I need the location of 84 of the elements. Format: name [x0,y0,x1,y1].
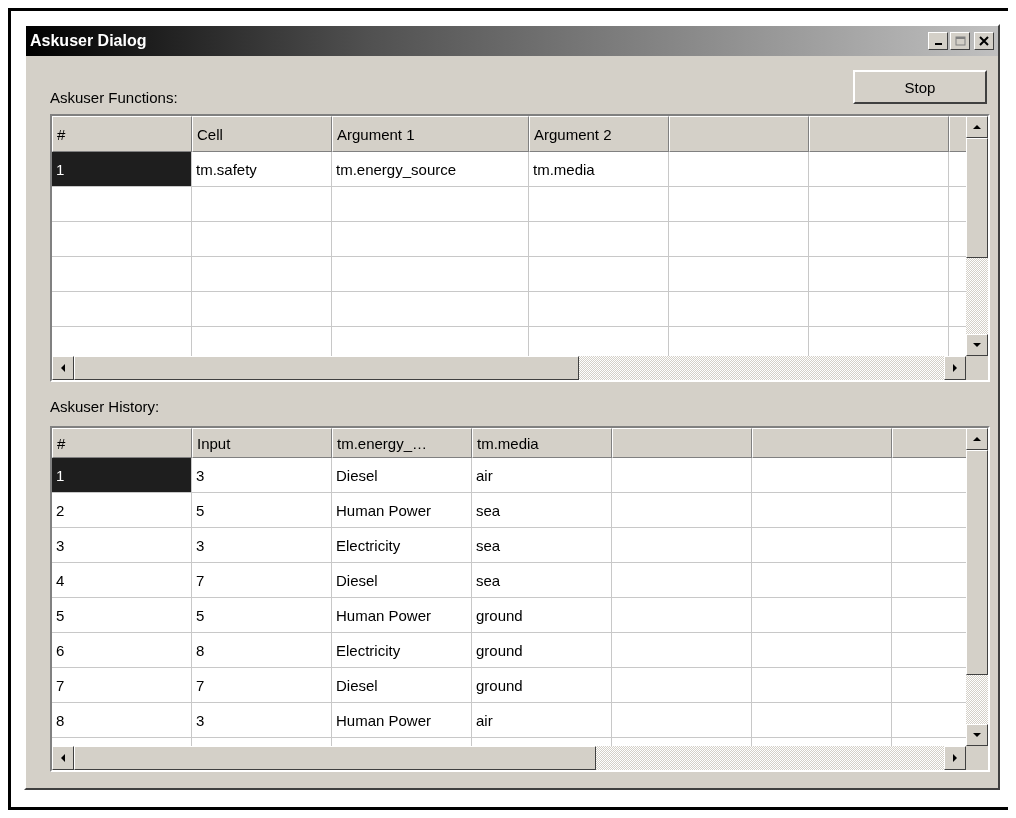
section-label: Askuser History: [50,397,160,415]
table-cell: sea [472,528,612,563]
scroll-right-button[interactable] [944,746,966,770]
table-cell: 3 [192,703,332,738]
scroll-down-button[interactable] [966,334,988,356]
table-cell: Human Power [332,493,472,528]
table-cell: 7 [192,668,332,703]
scroll-right-button[interactable] [944,356,966,380]
row-number-cell[interactable]: 1 [52,458,192,493]
maximize-button[interactable] [950,32,970,50]
column-header[interactable]: tm.energy_… [332,428,472,458]
table-cell: Diesel [332,458,472,493]
column-header[interactable]: # [52,116,192,152]
maximize-icon [954,36,966,46]
section-label: Askuser Functions: [50,89,178,108]
column-header[interactable]: Input [192,428,332,458]
vertical-scrollbar[interactable] [966,116,988,356]
table-cell: 3 [192,528,332,563]
row-number-cell[interactable]: 6 [52,633,192,668]
triangle-right-icon [951,363,959,373]
column-header[interactable]: # [52,428,192,458]
scroll-thumb[interactable] [74,746,596,770]
row-number-cell[interactable]: 4 [52,563,192,598]
horizontal-scrollbar[interactable] [52,746,966,770]
triangle-right-icon [951,753,959,763]
window-title: Askuser Dialog [30,32,148,50]
table-cell: Human Power [332,598,472,633]
table-cell: ground [472,668,612,703]
table-cell: air [472,458,612,493]
table-cell: 7 [192,563,332,598]
scroll-up-button[interactable] [966,428,988,450]
row-number-cell[interactable]: 7 [52,668,192,703]
scroll-up-button[interactable] [966,116,988,138]
table-cell: Electricity [332,528,472,563]
minimize-button[interactable] [928,32,948,50]
table-cell: tm.energy_source [332,152,529,187]
column-header[interactable] [752,428,892,458]
data-grid[interactable]: # Cell Argument 1 Argument 2 1 tm.safety tm.energy_source tm.media [50,114,990,382]
triangle-down-icon [972,341,982,349]
scroll-left-button[interactable] [52,746,74,770]
scroll-thumb[interactable] [966,450,988,675]
column-header[interactable] [809,116,949,152]
vertical-scrollbar[interactable] [966,428,988,746]
data-grid[interactable]: # Input tm.energy_… tm.media 1 3 Diesel air 2 5 Human Power sea 3 3 Electricity sea 4 7 Diesel sea 5 5 Human Power ground 6 8 Electricity ground 7 7 Diesel ground 8 3 Human Power air [50,426,990,772]
table-cell: tm.media [529,152,669,187]
minimize-icon [934,43,942,45]
column-header[interactable]: Cell [192,116,332,152]
row-number-cell[interactable]: 5 [52,598,192,633]
table-cell: ground [472,598,612,633]
column-header[interactable]: Argument 2 [529,116,669,152]
table-cell: Electricity [332,633,472,668]
triangle-left-icon [59,363,67,373]
table-cell: sea [472,563,612,598]
column-header[interactable]: Argument 1 [332,116,529,152]
column-header[interactable] [669,116,809,152]
scroll-left-button[interactable] [52,356,74,380]
column-header[interactable] [612,428,752,458]
close-button[interactable] [974,32,994,50]
table-cell: ground [472,633,612,668]
scroll-thumb[interactable] [74,356,579,380]
scroll-down-button[interactable] [966,724,988,746]
table-cell: Diesel [332,668,472,703]
table-cell: tm.safety [192,152,332,187]
table-cell: 8 [192,633,332,668]
table-cell: Diesel [332,563,472,598]
table-cell: 5 [192,493,332,528]
row-number-cell[interactable]: 3 [52,528,192,563]
row-number-cell[interactable]: 2 [52,493,192,528]
table-cell: 5 [192,598,332,633]
triangle-up-icon [972,435,982,443]
stop-button[interactable]: Stop [853,70,987,104]
close-icon [979,36,989,46]
column-header[interactable]: tm.media [472,428,612,458]
horizontal-scrollbar[interactable] [52,356,966,380]
row-number-cell[interactable]: 8 [52,703,192,738]
row-number-cell[interactable]: 1 [52,152,192,187]
triangle-up-icon [972,123,982,131]
table-cell: sea [472,493,612,528]
scroll-thumb[interactable] [966,138,988,258]
table-cell: Human Power [332,703,472,738]
triangle-left-icon [59,753,67,763]
table-cell: 3 [192,458,332,493]
triangle-down-icon [972,731,982,739]
table-cell: air [472,703,612,738]
